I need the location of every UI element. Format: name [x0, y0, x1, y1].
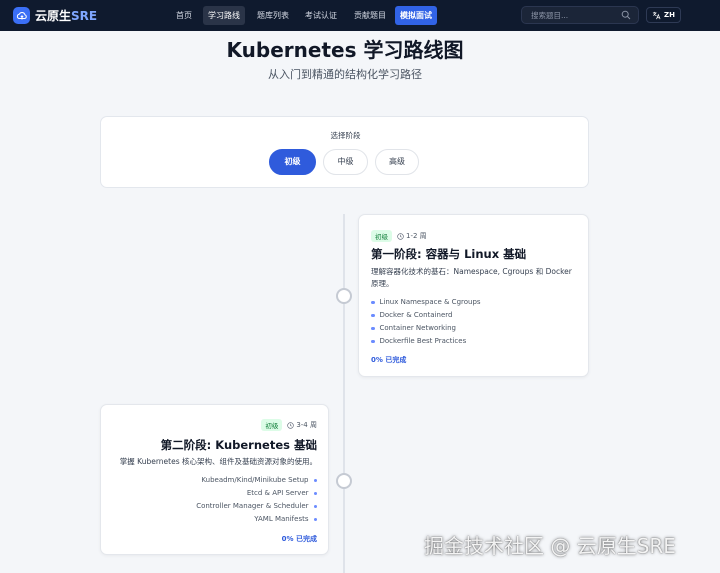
level-badge: 初级: [371, 230, 392, 242]
phase-title: 第一阶段: 容器与 Linux 基础: [371, 247, 527, 261]
topic-item: Controller Manager & Scheduler: [196, 500, 317, 513]
phase-card-1[interactable]: 初级 1-2 周 第一阶段: 容器与 Linux 基础 理解容器化技术的基石：N…: [358, 214, 589, 377]
topic-list: Kubeadm/Kind/Minikube Setup Etcd & API S…: [196, 474, 317, 526]
progress-text: 0% 已完成: [281, 535, 317, 543]
bullet-dot: [371, 339, 375, 344]
topic-item: Linux Namespace & Cgroups: [371, 296, 481, 309]
cloud-icon: [13, 7, 30, 24]
search-input[interactable]: 搜索题目...: [521, 6, 639, 24]
nav-item-contribute[interactable]: 贡献题目: [349, 6, 391, 25]
page-subtitle: 从入门到精通的结构化学习路径: [268, 68, 422, 81]
top-navbar: 云原生SRE 首页 学习路线 题库列表 考试认证 贡献题目 模拟面试 搜索题目.…: [0, 0, 720, 31]
phase-description: 掌握 Kubernetes 核心架构、组件及基础资源对象的使用。: [119, 457, 317, 466]
topic-item: YAML Manifests: [196, 513, 317, 526]
clock-icon: [287, 421, 295, 429]
nav-item-learning-path[interactable]: 学习路线: [203, 6, 245, 25]
watermark: 掘金技术社区 @ 云原生SRE: [424, 534, 676, 558]
bullet-dot: [313, 491, 317, 496]
search-placeholder: 搜索题目...: [531, 11, 569, 20]
topic-list: Linux Namespace & Cgroups Docker & Conta…: [371, 296, 481, 348]
stage-selector-label: 选择阶段: [330, 131, 361, 140]
clock-icon: [397, 232, 404, 240]
timeline-line: [343, 214, 345, 573]
bullet-dot: [313, 517, 317, 522]
progress-text: 0% 已完成: [371, 356, 407, 364]
topic-item: Etcd & API Server: [196, 487, 317, 500]
duration-label: 3-4 周: [287, 420, 317, 430]
bullet-dot: [371, 313, 375, 318]
level-badge: 初级: [261, 419, 283, 431]
language-label: ZH: [664, 11, 675, 19]
phase-card-2[interactable]: 初级 3-4 周 第二阶段: Kubernetes 基础 掌握 Kubernet…: [100, 404, 329, 555]
stage-button-advanced[interactable]: 高级: [375, 149, 419, 175]
bullet-dot: [313, 478, 317, 483]
topic-item: Kubeadm/Kind/Minikube Setup: [196, 474, 317, 487]
stage-selector-card: 选择阶段 初级 中级 高级: [100, 116, 589, 188]
bullet-dot: [371, 326, 375, 331]
timeline-node: [336, 288, 352, 304]
phase-description: 理解容器化技术的基石：Namespace, Cgroups 和 Docker 原…: [371, 267, 572, 288]
duration-label: 1-2 周: [397, 231, 427, 241]
topic-item: Container Networking: [371, 322, 481, 335]
site-logo[interactable]: 云原生SRE: [13, 7, 97, 24]
search-icon[interactable]: [621, 10, 631, 20]
phase-title: 第二阶段: Kubernetes 基础: [160, 438, 317, 452]
bullet-dot: [371, 300, 375, 305]
stage-button-intermediate[interactable]: 中级: [323, 149, 368, 175]
nav-item-certification[interactable]: 考试认证: [300, 6, 342, 25]
logo-text: 云原生SRE: [35, 9, 98, 23]
topic-item: Docker & Containerd: [371, 309, 481, 322]
bullet-dot: [313, 504, 317, 509]
nav-item-home[interactable]: 首页: [171, 6, 197, 25]
stage-button-beginner[interactable]: 初级: [269, 149, 316, 175]
translate-icon: [652, 11, 661, 19]
nav-item-question-bank[interactable]: 题库列表: [252, 6, 294, 25]
timeline-node: [336, 473, 352, 489]
topic-item: Dockerfile Best Practices: [371, 335, 481, 348]
page-title: Kubernetes 学习路线图: [226, 38, 464, 62]
language-switcher[interactable]: ZH: [646, 7, 681, 23]
nav-item-mock-interview[interactable]: 模拟面试: [395, 6, 437, 25]
